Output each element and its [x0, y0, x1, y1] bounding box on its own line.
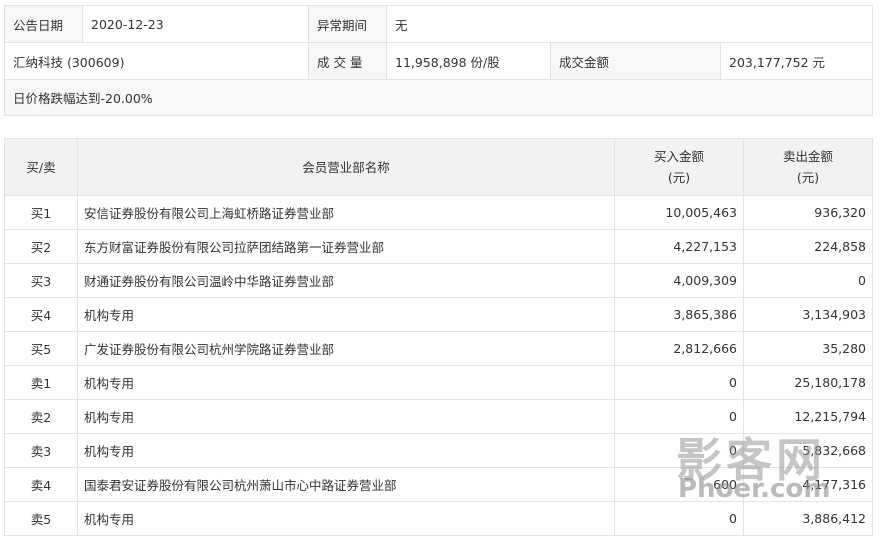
row-sell-amount: 224,858 — [743, 229, 873, 264]
table-row: 买4 机构专用 3,865,386 3,134,903 — [4, 297, 873, 332]
row-side: 卖4 — [4, 467, 78, 502]
abnormal-period-value: 无 — [386, 5, 873, 43]
row-buy-amount: 10,005,463 — [614, 195, 744, 230]
table-row: 买3 财通证券股份有限公司温岭中华路证券营业部 4,009,309 0 — [4, 263, 873, 298]
row-side: 买1 — [4, 195, 78, 230]
row-member-name: 机构专用 — [77, 399, 615, 434]
table-row: 买2 东方财富证券股份有限公司拉萨团结路第一证券营业部 4,227,153 224,8… — [4, 229, 873, 264]
row-sell-amount: 936,320 — [743, 195, 873, 230]
table-row: 卖1 机构专用 0 25,180,178 — [4, 365, 873, 400]
header-sell-line2: (元) — [796, 170, 820, 185]
row-side: 卖3 — [4, 433, 78, 468]
row-member-name: 机构专用 — [77, 365, 615, 400]
row-member-name: 机构专用 — [77, 297, 615, 332]
row-buy-amount: 0 — [614, 399, 744, 434]
announce-date-label: 公告日期 — [4, 5, 83, 43]
table-row: 卖5 机构专用 0 3,886,412 — [4, 501, 873, 536]
row-sell-amount: 3,886,412 — [743, 501, 873, 536]
row-member-name: 机构专用 — [77, 433, 615, 468]
row-buy-amount: 0 — [614, 501, 744, 536]
row-sell-amount: 4,177,316 — [743, 467, 873, 502]
table-header-row: 买/卖 会员营业部名称 买入金额 (元) 卖出金额 (元) — [4, 138, 873, 196]
header-buy-line1: 买入金额 — [653, 149, 704, 164]
header-member: 会员营业部名称 — [77, 138, 615, 196]
row-sell-amount: 35,280 — [743, 331, 873, 366]
row-member-name: 广发证券股份有限公司杭州学院路证券营业部 — [77, 331, 615, 366]
row-member-name: 机构专用 — [77, 501, 615, 536]
table-row: 卖2 机构专用 0 12,215,794 — [4, 399, 873, 434]
header-side: 买/卖 — [4, 138, 78, 196]
row-sell-amount: 25,180,178 — [743, 365, 873, 400]
row-buy-amount: 0 — [614, 433, 744, 468]
row-side: 卖2 — [4, 399, 78, 434]
row-buy-amount: 2,812,666 — [614, 331, 744, 366]
table-row: 卖4 国泰君安证券股份有限公司杭州萧山市心中路证券营业部 600 4,177,316 — [4, 467, 873, 502]
amount-label: 成交金额 — [550, 42, 721, 80]
table-row: 买1 安信证券股份有限公司上海虹桥路证券营业部 10,005,463 936,320 — [4, 195, 873, 230]
header-sell-amount: 卖出金额 (元) — [743, 138, 873, 196]
row-member-name: 东方财富证券股份有限公司拉萨团结路第一证券营业部 — [77, 229, 615, 264]
announce-date-value: 2020-12-23 — [82, 5, 309, 43]
trading-seats-table: 买/卖 会员营业部名称 买入金额 (元) 卖出金额 (元) 买1 安信证券股份有限… — [4, 138, 873, 536]
row-side: 买3 — [4, 263, 78, 298]
table-row: 买5 广发证券股份有限公司杭州学院路证券营业部 2,812,666 35,280 — [4, 331, 873, 366]
header-sell-line1: 卖出金额 — [782, 149, 833, 164]
header-buy-amount: 买入金额 (元) — [614, 138, 744, 196]
row-sell-amount: 5,832,668 — [743, 433, 873, 468]
volume-label: 成 交 量 — [308, 42, 387, 80]
abnormal-period-label: 异常期间 — [308, 5, 387, 43]
row-side: 卖1 — [4, 365, 78, 400]
row-sell-amount: 3,134,903 — [743, 297, 873, 332]
table-row: 卖3 机构专用 0 5,832,668 — [4, 433, 873, 468]
row-side: 买5 — [4, 331, 78, 366]
row-member-name: 财通证券股份有限公司温岭中华路证券营业部 — [77, 263, 615, 298]
row-buy-amount: 0 — [614, 365, 744, 400]
row-side: 买2 — [4, 229, 78, 264]
row-side: 卖5 — [4, 501, 78, 536]
announcement-info-table: 公告日期 2020-12-23 异常期间 无 汇纳科技 (300609) 成 交… — [4, 5, 873, 116]
volume-value: 11,958,898 份/股 — [386, 42, 551, 80]
stock-name: 汇纳科技 (300609) — [4, 42, 309, 80]
row-member-name: 国泰君安证券股份有限公司杭州萧山市心中路证券营业部 — [77, 467, 615, 502]
row-buy-amount: 4,227,153 — [614, 229, 744, 264]
abnormal-reason: 日价格跌幅达到-20.00% — [4, 79, 873, 116]
row-buy-amount: 3,865,386 — [614, 297, 744, 332]
row-sell-amount: 12,215,794 — [743, 399, 873, 434]
row-sell-amount: 0 — [743, 263, 873, 298]
row-side: 买4 — [4, 297, 78, 332]
amount-value: 203,177,752 元 — [720, 42, 873, 80]
row-buy-amount: 600 — [614, 467, 744, 502]
row-member-name: 安信证券股份有限公司上海虹桥路证券营业部 — [77, 195, 615, 230]
row-buy-amount: 4,009,309 — [614, 263, 744, 298]
header-buy-line2: (元) — [667, 170, 691, 185]
